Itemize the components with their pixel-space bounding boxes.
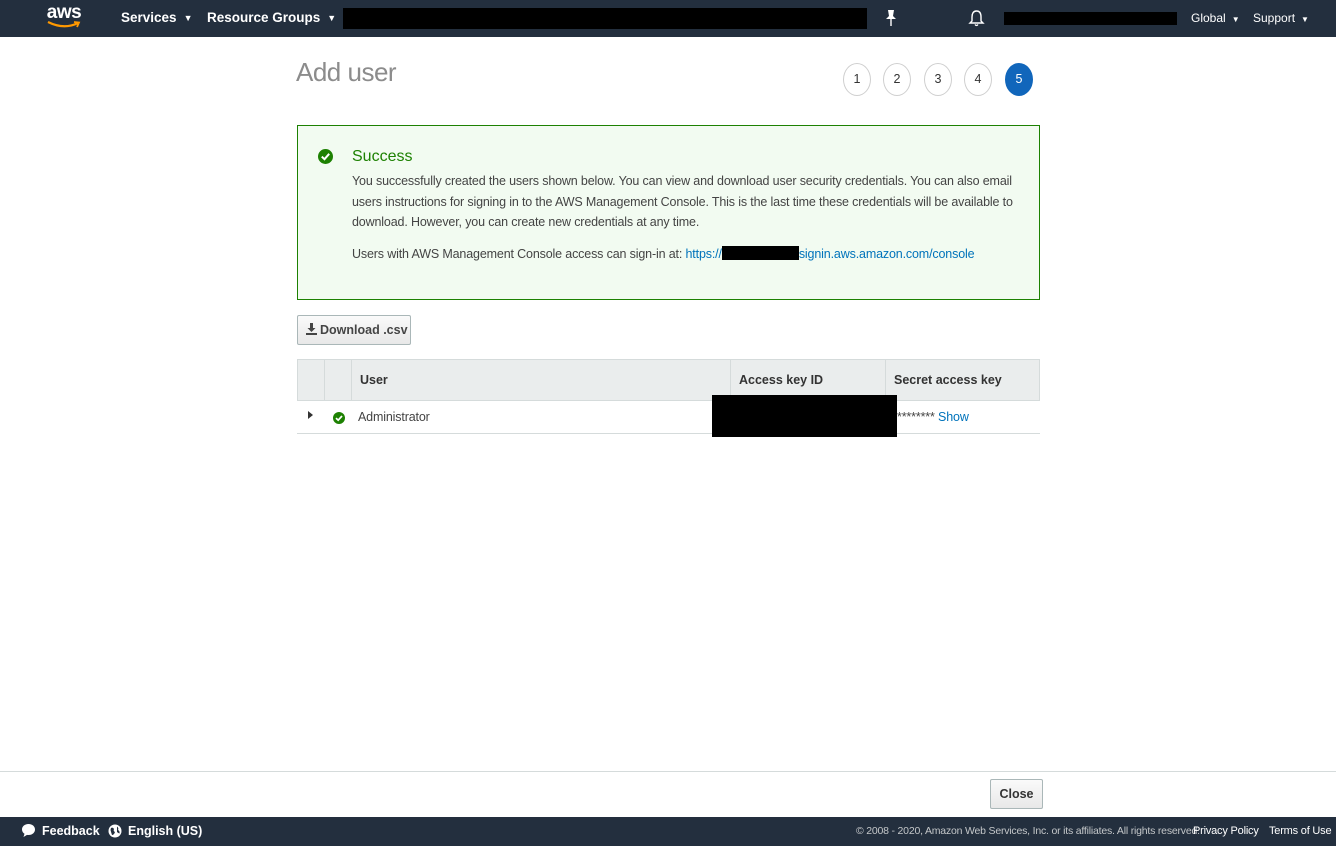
globe-icon	[108, 824, 122, 838]
users-credentials-table: User Access key ID Secret access key Adm…	[297, 359, 1040, 434]
success-title: Success	[352, 148, 413, 165]
redacted-account-name[interactable]	[1004, 12, 1177, 25]
success-check-icon	[318, 149, 333, 164]
expand-row-icon[interactable]	[308, 411, 313, 419]
chevron-down-icon: ▼	[1231, 15, 1240, 24]
header-expand-col	[298, 360, 325, 400]
close-button[interactable]: Close	[990, 779, 1043, 809]
step-1: 1	[843, 63, 871, 96]
step-5-active: 5	[1005, 63, 1033, 96]
copyright-text: © 2008 - 2020, Amazon Web Services, Inc.…	[856, 825, 1200, 837]
header-status-col	[325, 360, 352, 400]
step-2: 2	[883, 63, 911, 96]
pin-icon[interactable]	[884, 9, 898, 27]
speech-bubble-icon	[22, 824, 35, 837]
signin-prefix: Users with AWS Management Console access…	[352, 247, 686, 261]
step-3: 3	[924, 63, 952, 96]
resource-groups-label: Resource Groups	[207, 10, 321, 25]
privacy-policy-link[interactable]: Privacy Policy	[1193, 817, 1259, 846]
secret-key-masked: ********	[897, 410, 935, 424]
footer-divider	[0, 771, 1336, 772]
signin-url-link[interactable]: https:// signin.aws.amazon.com/console	[685, 246, 975, 261]
redacted-search-bar[interactable]	[343, 8, 867, 29]
aws-smile-icon	[47, 21, 81, 28]
signin-text: Users with AWS Management Console access…	[352, 246, 975, 261]
region-label: Global	[1191, 11, 1226, 25]
row-user-name: Administrator	[358, 410, 430, 424]
header-access-key-id[interactable]: Access key ID	[731, 360, 886, 400]
signin-link-start: https://	[685, 247, 722, 261]
download-csv-button[interactable]: Download .csv	[297, 315, 411, 345]
secret-key-cell: ******** Show	[897, 401, 969, 434]
language-label: English (US)	[128, 824, 203, 838]
chevron-down-icon: ▼	[183, 13, 193, 24]
terms-of-use-link[interactable]: Terms of Use	[1269, 817, 1332, 846]
page-title: Add user	[296, 57, 397, 87]
header-secret-access-key[interactable]: Secret access key	[886, 360, 1039, 400]
resource-groups-menu[interactable]: Resource Groups ▼	[207, 0, 336, 37]
feedback-button[interactable]: Feedback	[21, 817, 100, 846]
redacted-account-id	[721, 246, 799, 260]
chevron-down-icon: ▼	[327, 13, 337, 24]
download-icon	[306, 323, 317, 335]
aws-logo[interactable]: aws	[44, 3, 84, 33]
success-alert: Success You successfully created the use…	[297, 125, 1040, 300]
table-row: Administrator ******** Show	[297, 401, 1040, 434]
services-menu[interactable]: Services ▼	[121, 0, 192, 37]
download-csv-label: Download .csv	[320, 323, 408, 337]
step-4: 4	[964, 63, 992, 96]
console-footer: Feedback English (US) © 2008 - 2020, Ama…	[0, 817, 1336, 846]
support-menu[interactable]: Support ▼	[1253, 0, 1309, 37]
services-label: Services	[121, 10, 177, 25]
signin-link-end: signin.aws.amazon.com/console	[798, 247, 975, 261]
chevron-down-icon: ▼	[1301, 15, 1309, 24]
success-message: You successfully created the users shown…	[352, 174, 1013, 229]
row-success-check-icon	[333, 412, 345, 424]
table-header: User Access key ID Secret access key	[297, 359, 1040, 401]
region-menu[interactable]: Global ▼	[1191, 0, 1240, 37]
language-selector[interactable]: English (US)	[108, 817, 202, 846]
bell-icon[interactable]	[968, 9, 985, 27]
feedback-label: Feedback	[42, 824, 100, 838]
support-label: Support	[1253, 11, 1296, 25]
show-secret-link[interactable]: Show	[938, 410, 969, 424]
redacted-access-key-id	[712, 395, 897, 437]
top-navigation-bar: aws Services ▼ Resource Groups ▼ Global ▼ S…	[0, 0, 1336, 37]
header-user[interactable]: User	[352, 360, 731, 400]
